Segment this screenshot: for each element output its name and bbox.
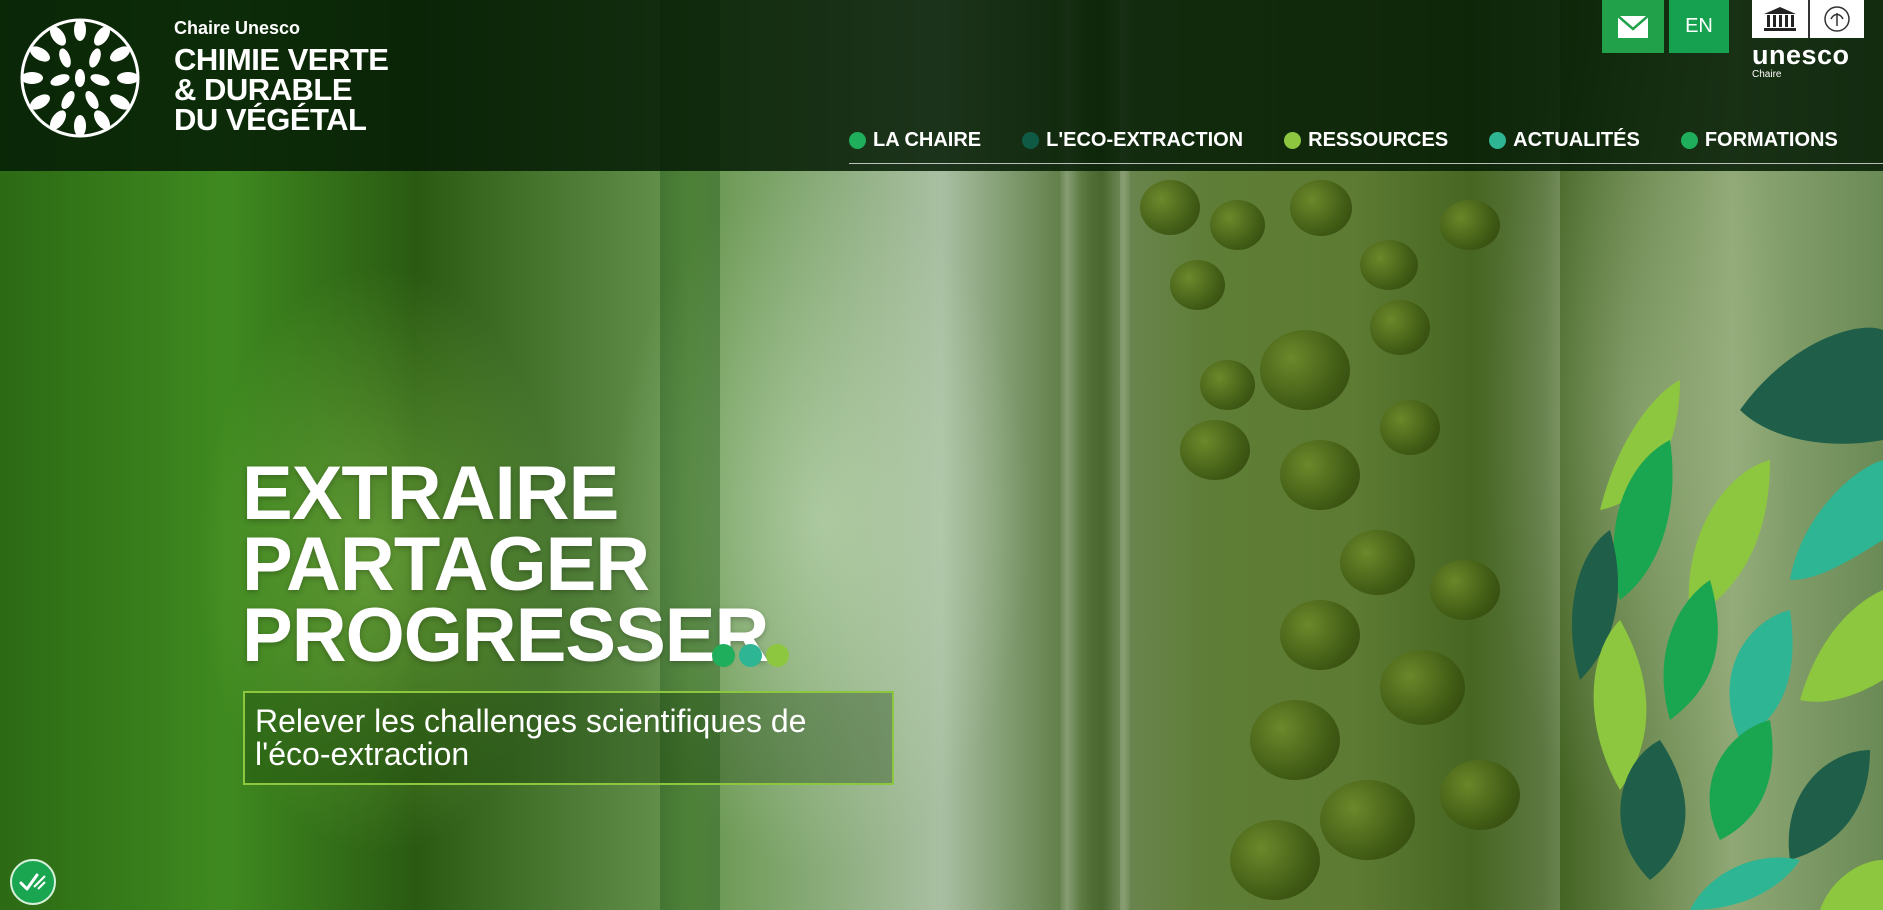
logo-title-line2: & DURABLE (174, 72, 353, 107)
unesco-icons (1752, 0, 1864, 38)
algae-bead (1180, 420, 1250, 480)
algae-bead (1360, 240, 1418, 290)
dot-icon (739, 644, 762, 667)
contact-mail-button[interactable] (1602, 0, 1664, 53)
algae-bead (1340, 530, 1415, 595)
headline-dots (712, 644, 793, 667)
leaves-decoration (1571, 327, 1883, 910)
unesco-temple-icon (1752, 0, 1808, 38)
nav-item-label: RESSOURCES (1308, 129, 1449, 151)
nav-item-formations[interactable]: FORMATIONS (1680, 129, 1838, 152)
headline-line1: EXTRAIRE (242, 451, 619, 536)
unesco-seal-icon (1808, 0, 1864, 38)
algae-bead (1440, 760, 1520, 830)
nav-dot-icon (849, 132, 866, 149)
nav-dot-icon (1680, 132, 1698, 149)
main-nav: LA CHAIRE L'ECO-EXTRACTION RESSOURCES AC… (849, 118, 1883, 164)
headline-line2: PARTAGER (242, 522, 650, 607)
nav-item-actualites[interactable]: ACTUALITÉS (1489, 129, 1640, 152)
algae-bead (1440, 200, 1500, 250)
algae-bead (1280, 440, 1360, 510)
nav-item-eco-extraction[interactable]: L'ECO-EXTRACTION (1022, 129, 1243, 152)
top-buttons: EN (1602, 0, 1729, 53)
algae-bead (1280, 600, 1360, 670)
hero-section: Chaire Unesco CHIMIE VERTE & DURABLE DU … (0, 0, 1883, 910)
nav-item-label: L'ECO-EXTRACTION (1046, 129, 1244, 151)
algae-bead (1210, 200, 1265, 250)
unesco-logo[interactable]: unesco Chaire (1752, 0, 1864, 80)
logo-subtitle: Chaire Unesco (174, 18, 301, 38)
nav-item-label: FORMATIONS (1704, 129, 1838, 151)
accessibility-button[interactable] (10, 859, 56, 905)
hero-headline: EXTRAIRE PARTAGER PROGRESSER (242, 451, 769, 678)
nav-item-label: ACTUALITÉS (1513, 129, 1640, 151)
nav-dot-icon (1284, 132, 1302, 149)
algae-bead (1430, 560, 1500, 620)
algae-bead (1230, 820, 1320, 900)
envelope-icon (1617, 14, 1649, 38)
algae-bead (1200, 360, 1255, 410)
algae-bead (1290, 180, 1352, 236)
nav-item-ressources[interactable]: RESSOURCES (1284, 129, 1448, 152)
logo-title-line3: DU VÉGÉTAL (174, 102, 367, 137)
leaf-globe-icon (20, 18, 140, 138)
nav-dot-icon (1022, 132, 1040, 149)
algae-bead (1380, 400, 1440, 455)
accessibility-check-icon (19, 873, 46, 891)
algae-bead (1260, 330, 1350, 410)
logo-text: Chaire Unesco CHIMIE VERTE & DURABLE DU … (174, 18, 389, 137)
site-header: Chaire Unesco CHIMIE VERTE & DURABLE DU … (0, 0, 1883, 171)
algae-bead (1140, 180, 1200, 235)
language-switch-button[interactable]: EN (1669, 0, 1729, 53)
site-logo[interactable]: Chaire Unesco CHIMIE VERTE & DURABLE DU … (20, 18, 389, 138)
unesco-chaire-label: Chaire (1752, 69, 1782, 80)
nav-dot-icon (1489, 132, 1507, 149)
hero-tagline: Relever les challenges scientifiques de … (243, 691, 894, 785)
unesco-wordmark: unesco (1752, 40, 1850, 70)
logo-title-line1: CHIMIE VERTE (174, 42, 389, 77)
algae-bead (1170, 260, 1225, 310)
nav-item-label: LA CHAIRE (873, 129, 982, 151)
dot-icon (712, 644, 735, 667)
nav-item-la-chaire[interactable]: LA CHAIRE (849, 129, 981, 152)
algae-bead (1320, 780, 1415, 860)
algae-bead (1380, 650, 1465, 725)
algae-bead (1370, 300, 1430, 355)
headline-line3: PROGRESSER (242, 593, 769, 678)
algae-bead (1250, 700, 1340, 780)
dot-icon (766, 644, 789, 667)
